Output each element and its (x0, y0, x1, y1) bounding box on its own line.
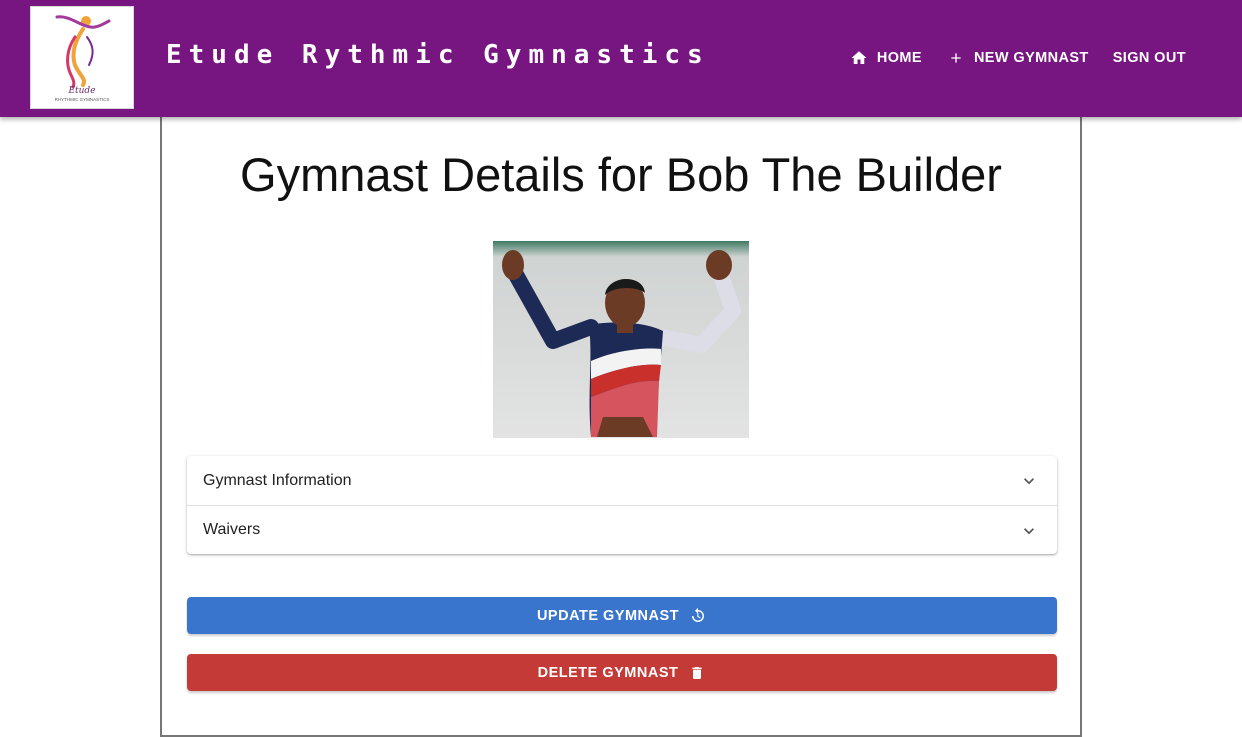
chevron-down-icon (1019, 471, 1039, 491)
accordion-gymnast-information[interactable]: Gymnast Information (187, 456, 1057, 505)
trash-icon (688, 664, 706, 682)
delete-gymnast-button[interactable]: DELETE GYMNAST (187, 654, 1057, 691)
gymnast-logo-icon: Etude RHYTHMIC GYMNASTICS (55, 15, 111, 102)
app-bar: Etude RHYTHMIC GYMNASTICS Etude Rythmic … (0, 0, 1242, 117)
nav-home-label: HOME (876, 50, 922, 66)
gymnast-details-card: Gymnast Details for Bob The Builder Gymn… (160, 117, 1082, 737)
details-accordion: Gymnast Information Waivers (187, 456, 1057, 554)
page-title: Gymnast Details for Bob The Builder (240, 148, 1002, 201)
plus-icon (946, 48, 966, 68)
logo-subtext: RHYTHMIC GYMNASTICS (55, 97, 110, 102)
logo[interactable]: Etude RHYTHMIC GYMNASTICS (30, 6, 134, 109)
update-gymnast-label: UPDATE GYMNAST (536, 607, 680, 624)
chevron-down-icon (1019, 521, 1039, 541)
gymnast-photo (493, 241, 749, 438)
accordion-waivers[interactable]: Waivers (187, 505, 1057, 554)
brand-title[interactable]: Etude Rythmic Gymnastics (166, 40, 710, 70)
update-gymnast-button[interactable]: UPDATE GYMNAST (187, 597, 1057, 634)
delete-gymnast-label: DELETE GYMNAST (537, 664, 679, 681)
nav-sign-out[interactable]: SIGN OUT (1113, 47, 1186, 69)
nav-new-gymnast[interactable]: NEW GYMNAST (946, 47, 1089, 69)
refresh-icon (689, 607, 707, 625)
nav-new-gymnast-label: NEW GYMNAST (973, 50, 1089, 66)
nav-home[interactable]: HOME (849, 47, 922, 69)
top-nav: HOME NEW GYMNAST SIGN OUT (825, 47, 1186, 69)
accordion-waivers-label: Waivers (203, 521, 261, 538)
nav-sign-out-label: SIGN OUT (1112, 50, 1186, 66)
accordion-gymnast-information-label: Gymnast Information (203, 471, 352, 489)
logo-text: Etude (67, 86, 95, 96)
home-icon (849, 48, 869, 68)
